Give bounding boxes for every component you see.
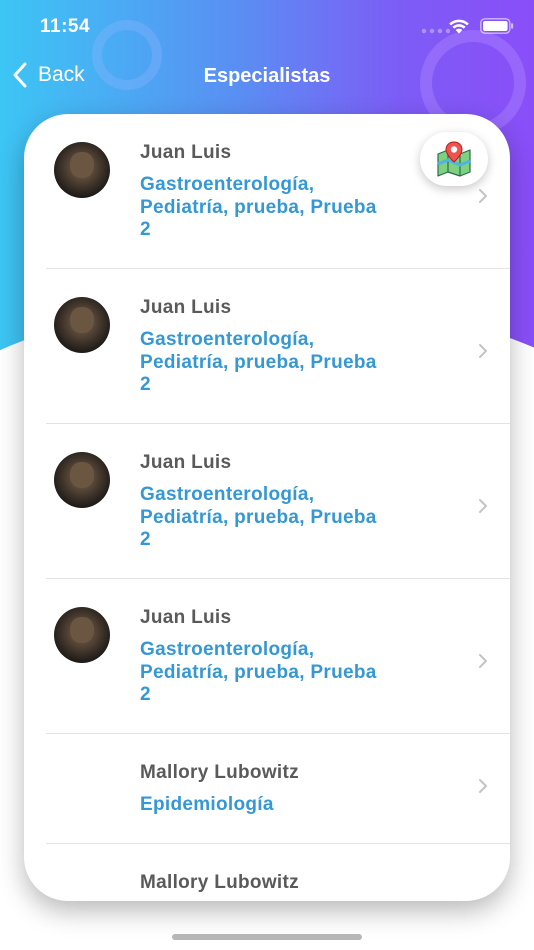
specialist-specialties: Gastroenterología, Pediatría, prueba, Pr… bbox=[140, 329, 377, 395]
specialist-name: Mallory Lubowitz bbox=[140, 762, 299, 783]
avatar bbox=[54, 142, 110, 198]
avatar bbox=[54, 297, 110, 353]
page-title: Especialistas bbox=[203, 65, 331, 87]
list-item[interactable]: Juan Luis Gastroenterología, Pediatría, … bbox=[46, 579, 510, 734]
specialist-specialties: Gastroenterología, Pediatría, prueba, Pr… bbox=[140, 484, 377, 550]
status-bar: 11:54 bbox=[0, 0, 534, 54]
chevron-right-icon bbox=[479, 654, 487, 668]
specialist-name: Juan Luis bbox=[140, 142, 232, 163]
list-item[interactable]: Mallory Lubowitz bbox=[46, 844, 510, 901]
avatar bbox=[54, 607, 110, 663]
specialists-list: Juan Luis Gastroenterología, Pediatría, … bbox=[24, 114, 510, 901]
battery-icon bbox=[480, 18, 514, 34]
specialist-name: Juan Luis bbox=[140, 607, 232, 628]
wifi-icon bbox=[449, 19, 469, 34]
home-indicator bbox=[172, 934, 362, 940]
chevron-right-icon bbox=[479, 189, 487, 203]
specialists-card: Juan Luis Gastroenterología, Pediatría, … bbox=[24, 114, 510, 901]
list-item[interactable]: Juan Luis Gastroenterología, Pediatría, … bbox=[46, 269, 510, 424]
list-item[interactable]: Mallory Lubowitz Epidemiología bbox=[46, 734, 510, 844]
status-time: 11:54 bbox=[40, 16, 91, 37]
specialist-name: Juan Luis bbox=[140, 297, 232, 318]
map-button[interactable] bbox=[420, 132, 488, 186]
specialist-specialties: Gastroenterología, Pediatría, prueba, Pr… bbox=[140, 639, 377, 705]
chevron-right-icon bbox=[479, 779, 487, 793]
specialist-specialties: Gastroenterología, Pediatría, prueba, Pr… bbox=[140, 174, 377, 240]
list-item[interactable]: Juan Luis Gastroenterología, Pediatría, … bbox=[46, 424, 510, 579]
navigation-bar: Back Especialistas bbox=[0, 58, 534, 98]
map-icon bbox=[437, 141, 471, 177]
avatar bbox=[54, 452, 110, 508]
specialist-name: Juan Luis bbox=[140, 452, 232, 473]
chevron-right-icon bbox=[479, 344, 487, 358]
specialist-specialties: Epidemiología bbox=[140, 794, 274, 815]
specialist-name: Mallory Lubowitz bbox=[140, 872, 299, 893]
chevron-right-icon bbox=[479, 499, 487, 513]
